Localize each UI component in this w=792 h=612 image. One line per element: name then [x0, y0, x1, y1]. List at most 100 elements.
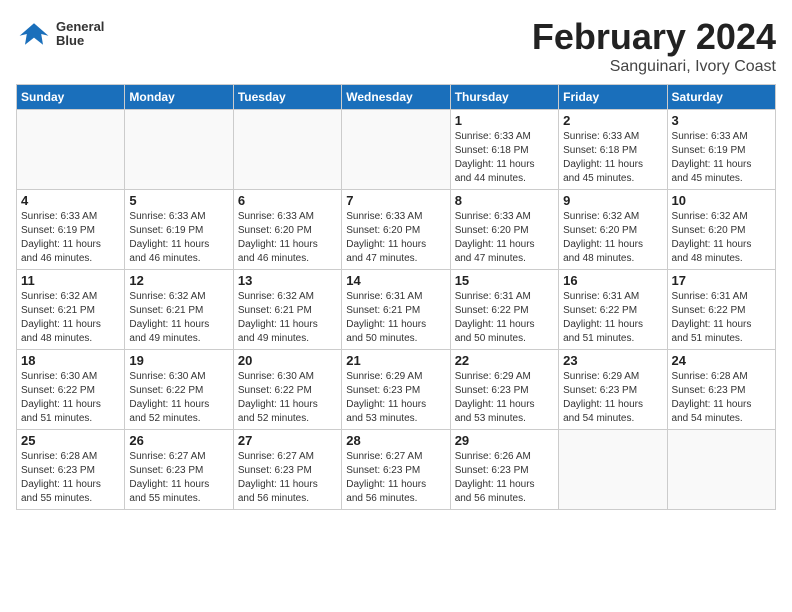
day-info: Sunrise: 6:33 AM Sunset: 6:19 PM Dayligh…: [129, 210, 228, 266]
day-info: Sunrise: 6:33 AM Sunset: 6:18 PM Dayligh…: [455, 130, 554, 186]
day-info: Sunrise: 6:27 AM Sunset: 6:23 PM Dayligh…: [238, 450, 337, 506]
month-title: February 2024: [532, 16, 776, 58]
day-number: 25: [21, 433, 120, 448]
calendar-cell: 29 Sunrise: 6:26 AM Sunset: 6:23 PM Dayli…: [450, 430, 558, 510]
weekday-header-cell: Monday: [125, 85, 233, 110]
day-info: Sunrise: 6:32 AM Sunset: 6:21 PM Dayligh…: [129, 290, 228, 346]
calendar-cell: 18 Sunrise: 6:30 AM Sunset: 6:22 PM Dayli…: [17, 350, 125, 430]
day-number: 17: [672, 273, 771, 288]
day-info: Sunrise: 6:33 AM Sunset: 6:19 PM Dayligh…: [672, 130, 771, 186]
weekday-header-cell: Friday: [559, 85, 667, 110]
day-info: Sunrise: 6:31 AM Sunset: 6:22 PM Dayligh…: [563, 290, 662, 346]
calendar-cell: 20 Sunrise: 6:30 AM Sunset: 6:22 PM Dayli…: [233, 350, 341, 430]
calendar-week-row: 11 Sunrise: 6:32 AM Sunset: 6:21 PM Dayli…: [17, 270, 776, 350]
calendar-week-row: 4 Sunrise: 6:33 AM Sunset: 6:19 PM Daylig…: [17, 190, 776, 270]
day-number: 24: [672, 353, 771, 368]
day-number: 11: [21, 273, 120, 288]
day-info: Sunrise: 6:33 AM Sunset: 6:20 PM Dayligh…: [455, 210, 554, 266]
day-number: 10: [672, 193, 771, 208]
day-number: 15: [455, 273, 554, 288]
day-number: 23: [563, 353, 662, 368]
calendar-body: 1 Sunrise: 6:33 AM Sunset: 6:18 PM Daylig…: [17, 110, 776, 510]
day-number: 16: [563, 273, 662, 288]
day-info: Sunrise: 6:29 AM Sunset: 6:23 PM Dayligh…: [455, 370, 554, 426]
weekday-header-cell: Sunday: [17, 85, 125, 110]
header: General Blue February 2024 Sanguinari, I…: [16, 16, 776, 76]
location-title: Sanguinari, Ivory Coast: [532, 58, 776, 76]
calendar-cell: 27 Sunrise: 6:27 AM Sunset: 6:23 PM Dayli…: [233, 430, 341, 510]
calendar-week-row: 1 Sunrise: 6:33 AM Sunset: 6:18 PM Daylig…: [17, 110, 776, 190]
day-number: 18: [21, 353, 120, 368]
calendar-cell: 28 Sunrise: 6:27 AM Sunset: 6:23 PM Dayli…: [342, 430, 450, 510]
calendar-cell: 15Sunrise: 6:31 AM Sunset: 6:22 PM Dayli…: [450, 270, 558, 350]
calendar-cell: [125, 110, 233, 190]
day-number: 19: [129, 353, 228, 368]
day-number: 5: [129, 193, 228, 208]
logo-line2: Blue: [56, 34, 104, 48]
calendar-cell: [342, 110, 450, 190]
day-info: Sunrise: 6:27 AM Sunset: 6:23 PM Dayligh…: [346, 450, 445, 506]
calendar-cell: 22Sunrise: 6:29 AM Sunset: 6:23 PM Dayli…: [450, 350, 558, 430]
weekday-header-row: SundayMondayTuesdayWednesdayThursdayFrid…: [17, 85, 776, 110]
day-number: 4: [21, 193, 120, 208]
calendar-cell: 11 Sunrise: 6:32 AM Sunset: 6:21 PM Dayli…: [17, 270, 125, 350]
logo-icon: [16, 16, 52, 52]
day-number: 2: [563, 113, 662, 128]
calendar-cell: 21Sunrise: 6:29 AM Sunset: 6:23 PM Dayli…: [342, 350, 450, 430]
calendar-cell: [17, 110, 125, 190]
day-number: 27: [238, 433, 337, 448]
day-number: 3: [672, 113, 771, 128]
day-info: Sunrise: 6:32 AM Sunset: 6:20 PM Dayligh…: [563, 210, 662, 266]
calendar-cell: 13Sunrise: 6:32 AM Sunset: 6:21 PM Dayli…: [233, 270, 341, 350]
day-info: Sunrise: 6:33 AM Sunset: 6:18 PM Dayligh…: [563, 130, 662, 186]
calendar-cell: 1 Sunrise: 6:33 AM Sunset: 6:18 PM Daylig…: [450, 110, 558, 190]
day-number: 7: [346, 193, 445, 208]
day-number: 14: [346, 273, 445, 288]
calendar-cell: 16 Sunrise: 6:31 AM Sunset: 6:22 PM Dayli…: [559, 270, 667, 350]
day-info: Sunrise: 6:30 AM Sunset: 6:22 PM Dayligh…: [129, 370, 228, 426]
day-info: Sunrise: 6:26 AM Sunset: 6:23 PM Dayligh…: [455, 450, 554, 506]
day-number: 12: [129, 273, 228, 288]
calendar-cell: 12 Sunrise: 6:32 AM Sunset: 6:21 PM Dayli…: [125, 270, 233, 350]
calendar-cell: 9 Sunrise: 6:32 AM Sunset: 6:20 PM Daylig…: [559, 190, 667, 270]
day-number: 29: [455, 433, 554, 448]
day-info: Sunrise: 6:32 AM Sunset: 6:21 PM Dayligh…: [238, 290, 337, 346]
calendar-cell: 26 Sunrise: 6:27 AM Sunset: 6:23 PM Dayli…: [125, 430, 233, 510]
calendar-cell: 25Sunrise: 6:28 AM Sunset: 6:23 PM Dayli…: [17, 430, 125, 510]
weekday-header-cell: Wednesday: [342, 85, 450, 110]
logo-line1: General: [56, 20, 104, 34]
calendar-table: SundayMondayTuesdayWednesdayThursdayFrid…: [16, 84, 776, 510]
day-number: 1: [455, 113, 554, 128]
day-info: Sunrise: 6:32 AM Sunset: 6:21 PM Dayligh…: [21, 290, 120, 346]
calendar-week-row: 18 Sunrise: 6:30 AM Sunset: 6:22 PM Dayli…: [17, 350, 776, 430]
calendar-cell: 10 Sunrise: 6:32 AM Sunset: 6:20 PM Dayli…: [667, 190, 775, 270]
calendar-cell: [233, 110, 341, 190]
weekday-header-cell: Saturday: [667, 85, 775, 110]
day-number: 8: [455, 193, 554, 208]
day-info: Sunrise: 6:30 AM Sunset: 6:22 PM Dayligh…: [21, 370, 120, 426]
calendar-cell: 17Sunrise: 6:31 AM Sunset: 6:22 PM Dayli…: [667, 270, 775, 350]
day-info: Sunrise: 6:32 AM Sunset: 6:20 PM Dayligh…: [672, 210, 771, 266]
calendar-cell: 5 Sunrise: 6:33 AM Sunset: 6:19 PM Daylig…: [125, 190, 233, 270]
day-info: Sunrise: 6:33 AM Sunset: 6:20 PM Dayligh…: [346, 210, 445, 266]
day-info: Sunrise: 6:33 AM Sunset: 6:19 PM Dayligh…: [21, 210, 120, 266]
weekday-header-cell: Thursday: [450, 85, 558, 110]
logo: General Blue: [16, 16, 104, 52]
day-info: Sunrise: 6:31 AM Sunset: 6:21 PM Dayligh…: [346, 290, 445, 346]
calendar-cell: 19 Sunrise: 6:30 AM Sunset: 6:22 PM Dayli…: [125, 350, 233, 430]
calendar-cell: 6Sunrise: 6:33 AM Sunset: 6:20 PM Daylig…: [233, 190, 341, 270]
title-area: February 2024 Sanguinari, Ivory Coast: [532, 16, 776, 76]
calendar-cell: 7 Sunrise: 6:33 AM Sunset: 6:20 PM Daylig…: [342, 190, 450, 270]
day-number: 21: [346, 353, 445, 368]
day-number: 20: [238, 353, 337, 368]
day-number: 28: [346, 433, 445, 448]
calendar-cell: [667, 430, 775, 510]
day-info: Sunrise: 6:30 AM Sunset: 6:22 PM Dayligh…: [238, 370, 337, 426]
day-info: Sunrise: 6:27 AM Sunset: 6:23 PM Dayligh…: [129, 450, 228, 506]
weekday-header-cell: Tuesday: [233, 85, 341, 110]
calendar-week-row: 25Sunrise: 6:28 AM Sunset: 6:23 PM Dayli…: [17, 430, 776, 510]
calendar-cell: 24Sunrise: 6:28 AM Sunset: 6:23 PM Dayli…: [667, 350, 775, 430]
day-number: 26: [129, 433, 228, 448]
day-number: 9: [563, 193, 662, 208]
calendar-cell: 23Sunrise: 6:29 AM Sunset: 6:23 PM Dayli…: [559, 350, 667, 430]
